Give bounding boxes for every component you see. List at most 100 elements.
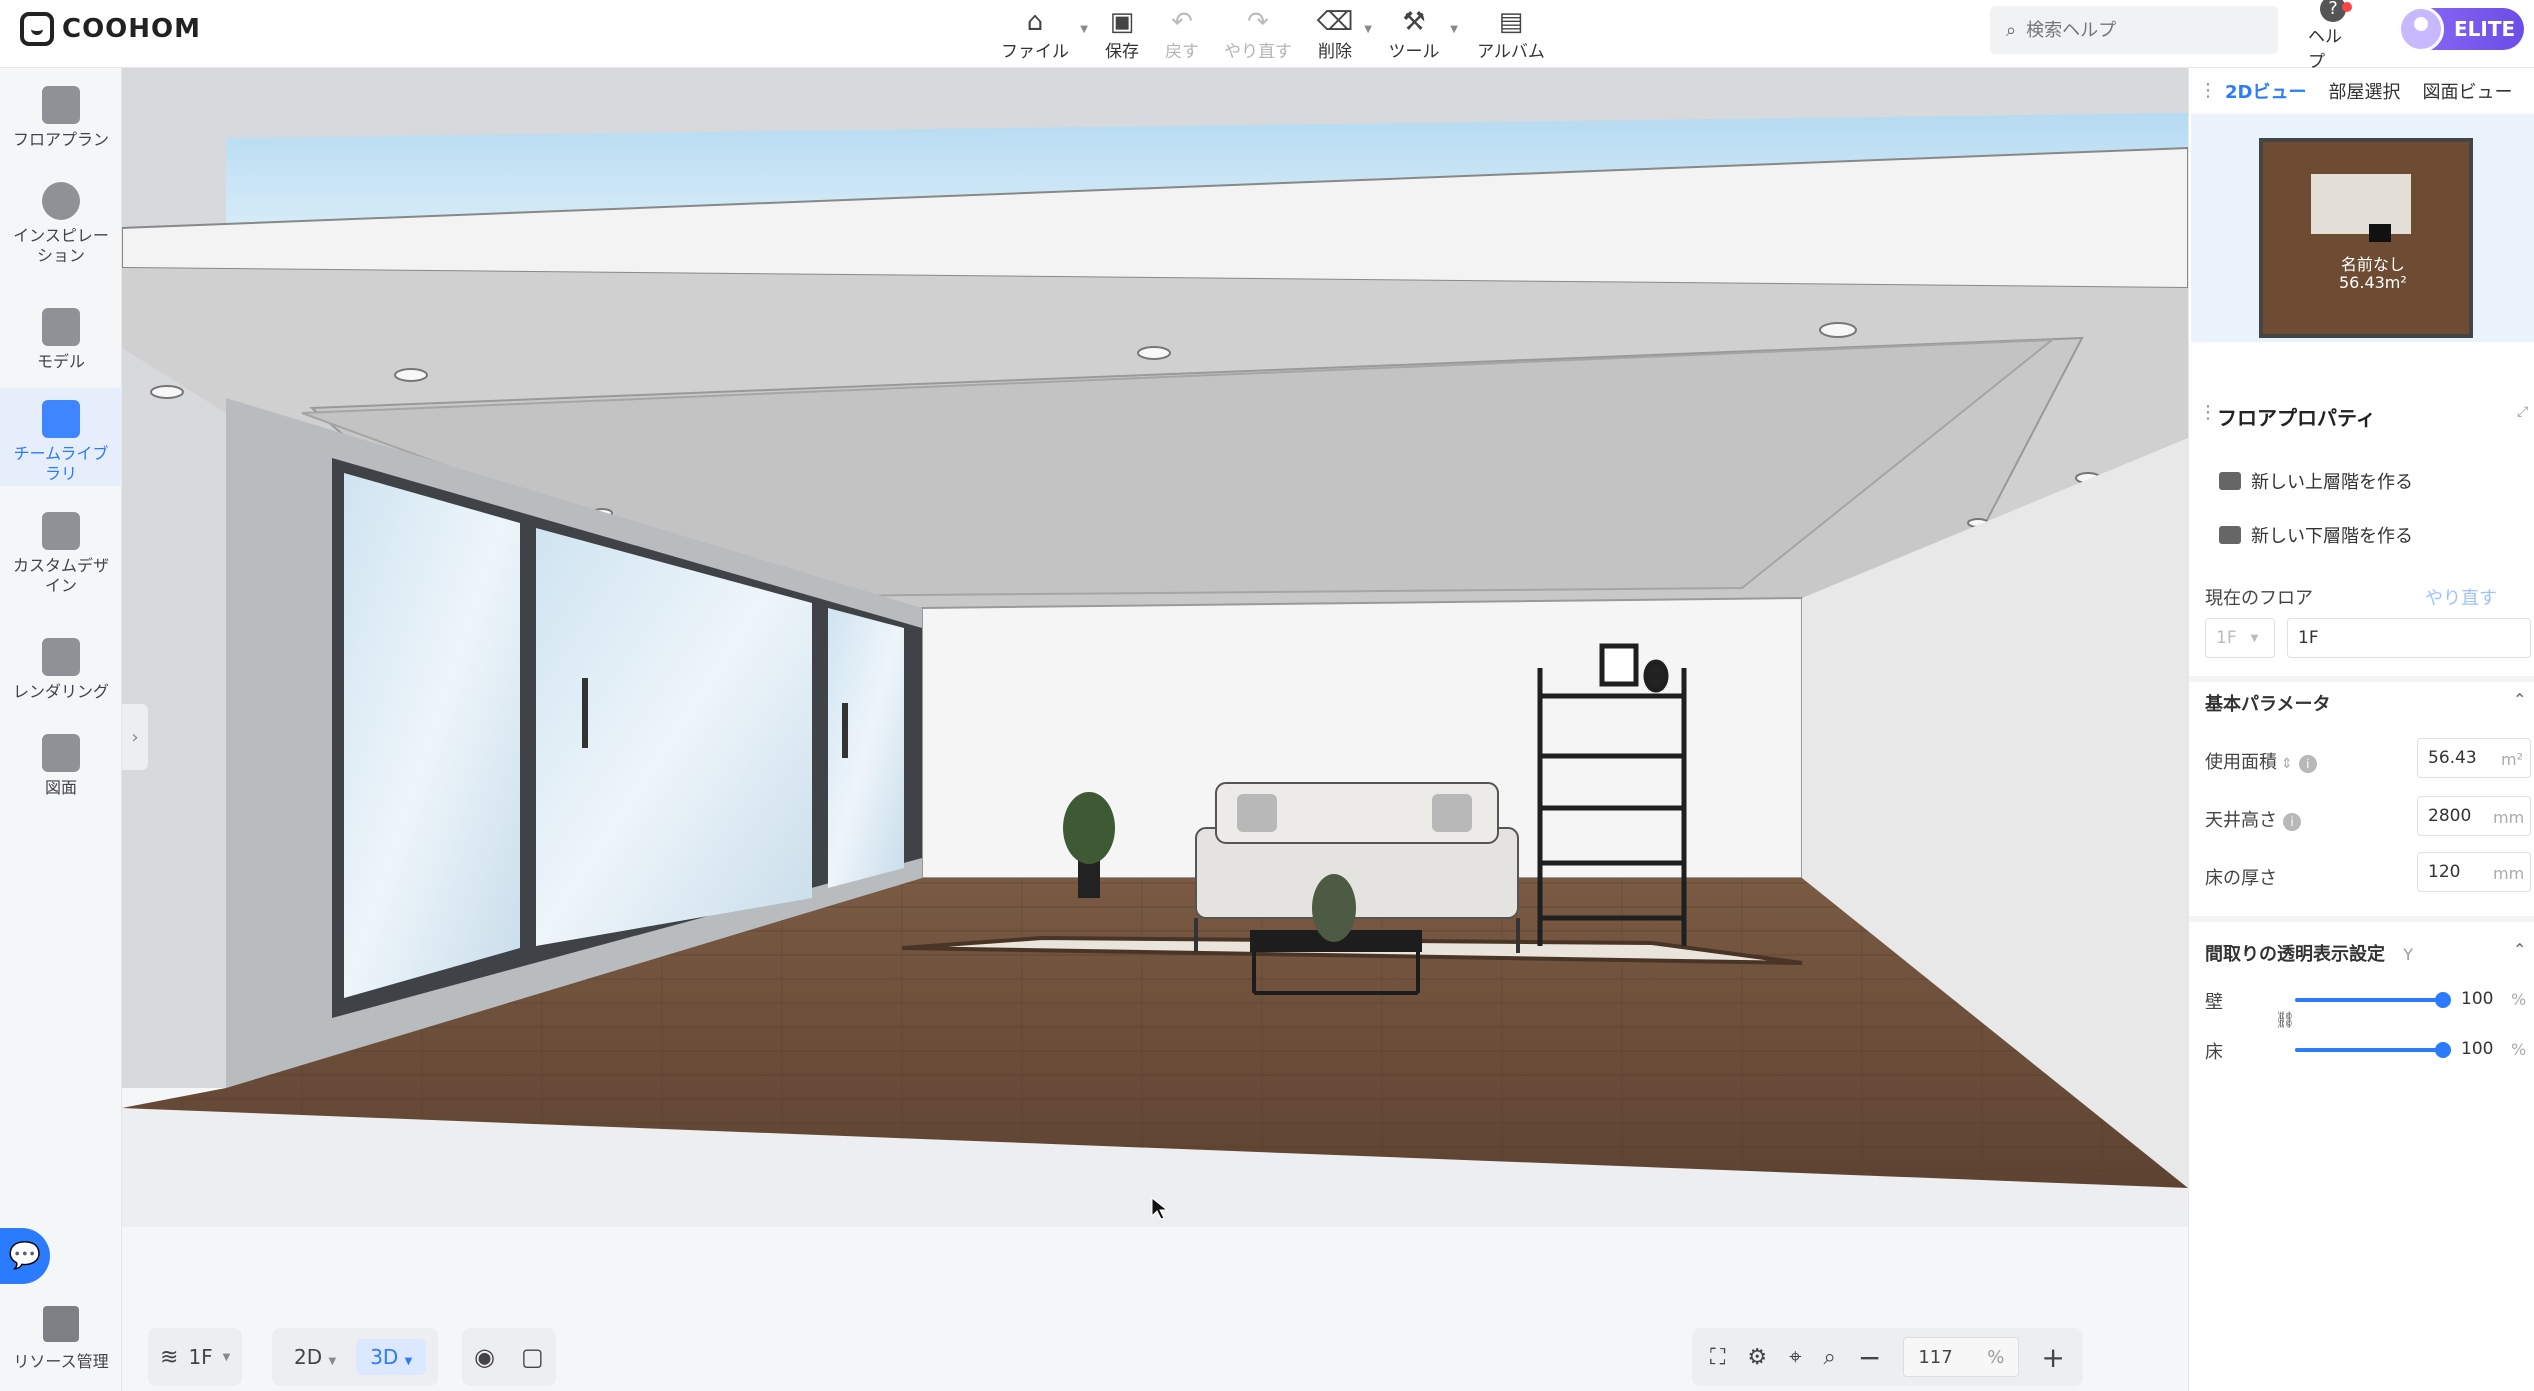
zoom-search-icon[interactable]: ⌕: [1824, 1345, 1836, 1370]
area-label: 使用面積 ⇕ i: [2205, 748, 2317, 774]
transparency-settings-title[interactable]: 間取りの透明表示設定 Y: [2205, 940, 2413, 966]
sidebar-item-floor-plan[interactable]: フロアプラン: [0, 86, 122, 150]
file-label: ファイル: [1001, 41, 1069, 62]
wall-transparency-slider[interactable]: [2295, 998, 2443, 1002]
zoom-out-button[interactable]: −: [1858, 1341, 1881, 1374]
tools-button[interactable]: ⚒ ツール ▼: [1388, 0, 1459, 68]
sidebar-item-custom-design[interactable]: カスタムデザイン: [0, 512, 122, 596]
delete-button[interactable]: ⌫ 削除 ▼: [1316, 0, 1372, 68]
save-button[interactable]: ▣ 保存: [1100, 0, 1144, 68]
right-panel: 2Dビュー 部屋選択 図面ビュー ⋮ 名前なし 56.43m² ⋮ フロアプロパ…: [2188, 68, 2534, 1391]
ceiling-height-value: 2800: [2428, 806, 2472, 826]
chevron-up-icon[interactable]: ⌃: [2513, 940, 2526, 959]
tools-label: ツール: [1388, 41, 1440, 62]
chevron-right-icon: ›: [131, 726, 139, 748]
view-2d-label: 2D: [294, 1345, 323, 1369]
sidebar-item-label: モデル: [36, 352, 85, 371]
view-tabs: 2Dビュー 部屋選択 図面ビュー: [2189, 68, 2534, 114]
crown-icon: [42, 400, 80, 438]
floor-thickness-unit: mm: [2493, 864, 2525, 883]
ceiling-unit: mm: [2493, 808, 2525, 827]
floor-properties-title: フロアプロパティ: [2217, 406, 2376, 430]
floor-name-value: 1F: [2298, 628, 2319, 648]
wall-slider-knob[interactable]: [2435, 992, 2451, 1008]
minimap-floorplan[interactable]: [2191, 114, 2534, 342]
tab-2d-view[interactable]: 2Dビュー: [2225, 78, 2306, 104]
delete-label: 削除: [1318, 41, 1352, 62]
caret-down-icon: ▼: [1450, 24, 1458, 35]
minimap[interactable]: 名前なし 56.43m²: [2191, 114, 2534, 342]
view-3d-label: 3D: [370, 1345, 399, 1369]
floor-transparency-slider[interactable]: [2295, 1048, 2443, 1052]
zoom-level-field[interactable]: 117 %: [1903, 1337, 2020, 1377]
chevron-up-icon[interactable]: ⌃: [2513, 690, 2526, 709]
file-menu-button[interactable]: ⌂ ファイル ▼: [1000, 0, 1088, 68]
caret-down-icon: ▼: [328, 1356, 337, 1367]
info-icon: i: [2283, 813, 2301, 831]
redo-label: やり直す: [1224, 41, 1292, 62]
undo-button[interactable]: ↶ 戻す: [1162, 0, 1202, 68]
sidebar-item-rendering[interactable]: レンダリング: [0, 638, 122, 702]
home-icon: ⌂: [1026, 6, 1044, 37]
sidebar-item-label: レンダリング: [12, 682, 109, 701]
resource-icon: [43, 1306, 79, 1342]
sofa-icon: [42, 308, 80, 346]
view-3d-button[interactable]: 3D ▼: [356, 1339, 427, 1375]
chat-icon: 💬: [8, 1241, 42, 1271]
new-upper-floor-label: 新しい上層階を作る: [2251, 472, 2413, 493]
fit-view-icon[interactable]: ⛶: [1710, 1345, 1725, 1370]
floor-name-field[interactable]: 1F: [2287, 618, 2531, 658]
album-button[interactable]: ▤ アルバム: [1476, 0, 1546, 68]
sidebar-item-inspiration[interactable]: インスピレーション: [0, 182, 122, 266]
sidebar-item-model[interactable]: モデル: [0, 308, 122, 372]
resource-label: リソース管理: [13, 1352, 109, 1371]
tab-drawing-view[interactable]: 図面ビュー: [2422, 78, 2512, 104]
sidebar-item-label: インスピレーション: [13, 226, 109, 265]
3d-viewport[interactable]: [122, 68, 2188, 1227]
expand-panel-tab[interactable]: ›: [122, 704, 148, 770]
redo-floor-link[interactable]: やり直す: [2425, 584, 2497, 610]
notification-dot: [2342, 2, 2352, 12]
new-lower-floor-label: 新しい下層階を作る: [2251, 526, 2413, 547]
undo-icon: ↶: [1171, 6, 1193, 37]
divider: [2189, 916, 2534, 922]
drag-handle-icon[interactable]: ⋮: [2199, 80, 2217, 101]
new-lower-floor-button[interactable]: 新しい下層階を作る: [2219, 522, 2413, 548]
caret-down-icon: ▼: [404, 1356, 413, 1367]
zoom-controls: ⛶ ⚙ ⌖ ⌕ − 117 % +: [1692, 1328, 2083, 1386]
sidebar-item-label: 図面: [44, 778, 77, 797]
sidebar-item-label: フロアプラン: [12, 130, 109, 149]
new-upper-floor-button[interactable]: 新しい上層階を作る: [2219, 468, 2413, 494]
ceiling-label-text: 天井高さ: [2205, 810, 2277, 831]
wrench-icon: ⚒: [1402, 6, 1426, 37]
transparency-title-text: 間取りの透明表示設定: [2205, 944, 2385, 965]
floor-switcher[interactable]: ≋ 1F ▼: [148, 1328, 243, 1386]
user-avatar[interactable]: [2398, 6, 2444, 52]
tab-room-select[interactable]: 部屋選択: [2328, 78, 2400, 104]
zoom-in-button[interactable]: +: [2041, 1341, 2064, 1374]
ceiling-height-label: 天井高さ i: [2205, 806, 2301, 832]
redo-button[interactable]: ↷ やり直す: [1222, 0, 1294, 68]
minimap-room-label: 名前なし 56.43m²: [2339, 256, 2407, 292]
account-badge-label: ELITE: [2454, 17, 2516, 41]
help-search-input[interactable]: [2026, 19, 2247, 41]
sidebar-item-team-library[interactable]: チームライブラリ: [0, 388, 122, 486]
drag-handle-icon[interactable]: ⋮: [2199, 402, 2217, 423]
floor-select[interactable]: 1F ▼: [2205, 618, 2275, 658]
link-icon[interactable]: ⛓: [2275, 1010, 2295, 1029]
cube-icon[interactable]: ▢: [521, 1343, 544, 1371]
3d-room-scene[interactable]: [122, 68, 2188, 1227]
room-name: 名前なし: [2340, 255, 2405, 274]
resource-manager-button[interactable]: リソース管理: [0, 1306, 122, 1372]
basic-params-title[interactable]: 基本パラメータ: [2205, 690, 2330, 716]
expand-icon[interactable]: ⤢: [2517, 404, 2528, 420]
floor-slider-knob[interactable]: [2435, 1042, 2451, 1058]
floor-thickness-label: 床の厚さ: [2205, 868, 2277, 889]
focus-icon[interactable]: ⌖: [1789, 1345, 1801, 1370]
view-2d-button[interactable]: 2D ▼: [284, 1339, 346, 1375]
help-search[interactable]: ⌕: [1990, 6, 2278, 54]
sidebar-item-drawing[interactable]: 図面: [0, 734, 122, 798]
coohom-logo[interactable]: COOHOM: [20, 12, 201, 46]
view-settings-icon[interactable]: ⚙: [1747, 1345, 1767, 1370]
eye-icon[interactable]: ◉: [474, 1343, 495, 1371]
